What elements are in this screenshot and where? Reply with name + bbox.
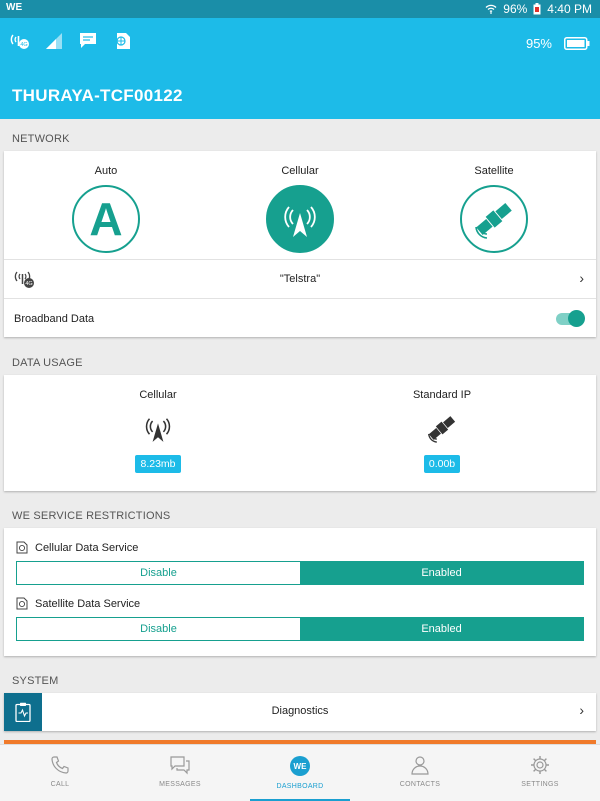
tab-contacts[interactable]: CONTACTS <box>360 745 480 801</box>
cellular-service-label: Cellular Data Service <box>35 541 139 554</box>
battery-saver-icon <box>533 3 541 15</box>
mode-auto-label: Auto <box>94 165 118 177</box>
operator-row[interactable]: 4G "Telstra" › <box>4 259 596 298</box>
signal-strength-icon <box>46 33 62 49</box>
cell-tower-icon <box>284 206 316 237</box>
cellular-enabled-button[interactable]: Enabled <box>300 562 583 584</box>
broadband-toggle[interactable] <box>556 310 585 327</box>
usage-standard-ip-value: 0.00b <box>423 455 461 473</box>
operator-chevron-icon: › <box>579 270 584 286</box>
broadband-row: Broadband Data <box>4 298 596 338</box>
sim-data-icon <box>16 597 28 610</box>
diagnostics-label: Diagnostics <box>271 705 329 717</box>
cellular-service-switch: Disable Enabled <box>16 561 584 585</box>
bottom-tab-bar: CALL MESSAGES WE DASHBOARD CONTACTS SETT… <box>0 744 600 801</box>
usage-cellular: Cellular 8.23mb <box>88 389 228 473</box>
phone-icon <box>51 756 69 774</box>
usage-cellular-label: Cellular <box>139 389 177 401</box>
tab-dashboard-label: DASHBOARD <box>276 783 324 790</box>
data-usage-card: Cellular 8.23mb Standard IP 0.00b <box>4 375 596 491</box>
messages-icon <box>170 756 190 775</box>
sim-data-icon <box>16 541 28 554</box>
wifi-icon <box>485 4 497 14</box>
usage-standard-ip: Standard IP 0.00b <box>372 389 512 473</box>
auto-letter-icon: A <box>89 193 123 245</box>
network-section-label: NETWORK <box>12 133 70 145</box>
cellular-service-row: Cellular Data Service <box>16 541 138 554</box>
device-name: THURAYA-TCF00122 <box>12 86 183 105</box>
cell-tower-icon <box>145 418 171 442</box>
tab-call[interactable]: CALL <box>0 745 120 801</box>
operator-name: "Telstra" <box>279 273 321 285</box>
system-status-bar: WE 96% 4:40 PM <box>0 0 600 18</box>
status-time: 4:40 PM <box>547 2 592 16</box>
mode-cellular-label: Cellular <box>281 165 319 177</box>
tab-settings[interactable]: SETTINGS <box>480 745 600 801</box>
auto-mode-button[interactable]: A <box>72 185 140 253</box>
contacts-icon <box>411 756 429 775</box>
satellite-icon <box>475 202 512 239</box>
cellular-4g-icon: 4G <box>10 34 29 49</box>
sim-data-icon <box>116 33 130 49</box>
broadband-label: Broadband Data <box>14 313 95 325</box>
cellular-disable-button[interactable]: Disable <box>17 562 300 584</box>
diagnostics-row[interactable]: Diagnostics › <box>4 693 596 731</box>
usage-standard-ip-label: Standard IP <box>412 389 472 401</box>
usage-cellular-value: 8.23mb <box>135 455 181 473</box>
satellite-disable-button[interactable]: Disable <box>17 618 300 640</box>
tab-settings-label: SETTINGS <box>521 781 559 788</box>
tab-messages-label: MESSAGES <box>159 781 201 788</box>
tab-messages[interactable]: MESSAGES <box>120 745 240 801</box>
cellular-mode-button[interactable] <box>266 185 334 253</box>
satellite-service-switch: Disable Enabled <box>16 617 584 641</box>
restrictions-card: Cellular Data Service Disable Enabled Sa… <box>4 528 596 656</box>
status-battery-pct: 96% <box>503 2 528 16</box>
svg-text:WE: WE <box>294 762 308 771</box>
system-section-label: SYSTEM <box>12 675 59 687</box>
satellite-enabled-button[interactable]: Enabled <box>300 618 583 640</box>
tab-contacts-label: CONTACTS <box>399 781 441 788</box>
svg-text:4G: 4G <box>20 42 27 48</box>
app-header: 4G 95% THURAYA-TCF00122 <box>0 18 600 119</box>
mode-satellite-label: Satellite <box>474 165 514 177</box>
data-usage-section-label: DATA USAGE <box>12 357 83 369</box>
mode-satellite[interactable]: Satellite <box>434 165 554 253</box>
satellite-service-row: Satellite Data Service <box>16 597 140 610</box>
satellite-service-label: Satellite Data Service <box>35 597 141 610</box>
satellite-mode-button[interactable] <box>460 185 528 253</box>
carrier-label: WE <box>6 2 23 13</box>
tab-call-label: CALL <box>50 781 70 788</box>
satellite-icon <box>428 416 456 443</box>
network-card: Auto A Cellular Satellite 4G "Telstra" ›… <box>4 151 596 337</box>
we-logo-icon: WE <box>290 756 310 776</box>
message-icon <box>80 33 96 48</box>
gear-icon <box>531 756 549 774</box>
restrictions-section-label: WE SERVICE RESTRICTIONS <box>12 510 171 522</box>
battery-icon <box>564 37 590 50</box>
toggle-knob <box>568 310 585 327</box>
header-battery-pct: 95% <box>525 36 552 51</box>
mode-auto[interactable]: Auto A <box>46 165 166 253</box>
mode-cellular[interactable]: Cellular <box>240 165 360 253</box>
diagnostics-chevron-icon: › <box>579 702 584 718</box>
tab-dashboard[interactable]: WE DASHBOARD <box>240 745 360 801</box>
